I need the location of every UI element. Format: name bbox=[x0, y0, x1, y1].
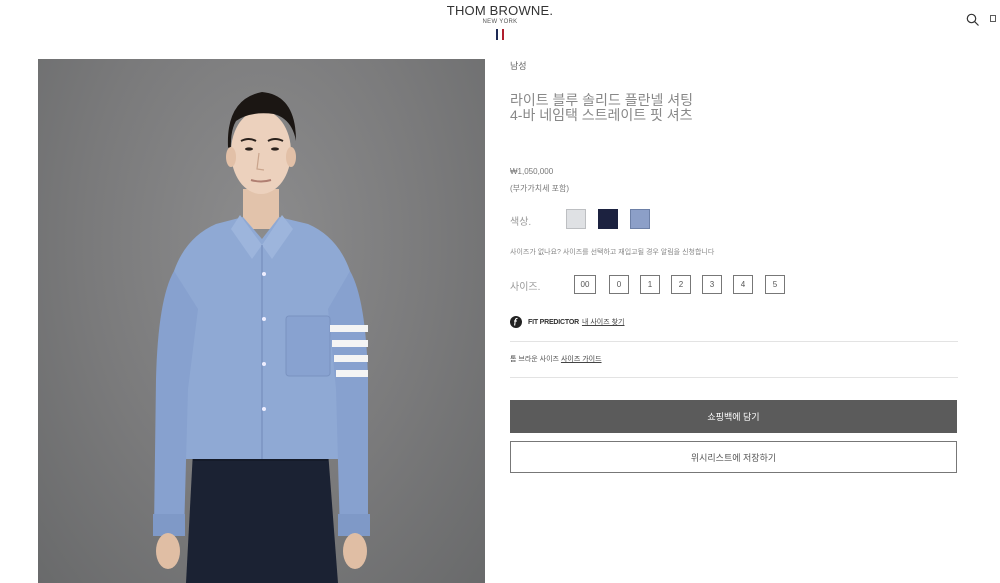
size-option-1[interactable]: 1 bbox=[640, 275, 660, 294]
site-header: THOM BROWNE. NEW YORK bbox=[0, 0, 1000, 46]
divider bbox=[510, 377, 958, 378]
size-option-0[interactable]: 0 bbox=[609, 275, 629, 294]
size-option-3[interactable]: 3 bbox=[702, 275, 722, 294]
flag-stripes-icon bbox=[495, 29, 505, 40]
fit-predictor-label: FIT PREDICTOR bbox=[528, 318, 579, 326]
fit-predictor-icon bbox=[510, 316, 522, 328]
product-price: ₩1,050,000 bbox=[510, 167, 554, 176]
fit-predictor: FIT PREDICTOR 내 사이즈 찾기 bbox=[510, 316, 624, 328]
search-icon[interactable] bbox=[966, 13, 980, 27]
add-to-wishlist-button[interactable]: 위시리스트에 저장하기 bbox=[510, 441, 957, 473]
size-guide-prefix: 톰 브라운 사이즈 bbox=[510, 356, 559, 363]
size-option-4[interactable]: 4 bbox=[733, 275, 753, 294]
color-swatch-light-grey[interactable] bbox=[566, 209, 586, 229]
size-guide-row: 톰 브라운 사이즈 사이즈 가이드 bbox=[510, 354, 602, 364]
brand-logo[interactable]: THOM BROWNE. NEW YORK bbox=[420, 4, 580, 40]
add-to-bag-button[interactable]: 쇼핑백에 담기 bbox=[510, 400, 957, 433]
brand-name: THOM BROWNE. bbox=[446, 3, 554, 18]
color-swatch-light-blue[interactable] bbox=[630, 209, 650, 229]
color-swatch-navy[interactable] bbox=[598, 209, 618, 229]
size-label: 사이즈. bbox=[510, 282, 541, 293]
size-notice: 사이즈가 없나요? 사이즈를 선택하고 재입고될 경우 알림을 신청합니다 bbox=[510, 249, 715, 256]
vat-note: (부가가치세 포함) bbox=[510, 184, 570, 193]
shopping-bag-icon[interactable] bbox=[990, 14, 998, 22]
size-option-00[interactable]: 00 bbox=[574, 275, 596, 294]
size-option-2[interactable]: 2 bbox=[671, 275, 691, 294]
model-illustration bbox=[153, 92, 370, 583]
color-label: 색상. bbox=[510, 217, 532, 228]
find-my-size-link[interactable]: 내 사이즈 찾기 bbox=[582, 317, 625, 327]
product-image[interactable] bbox=[38, 59, 485, 583]
brand-subtitle: NEW YORK bbox=[482, 19, 518, 25]
product-title: 라이트 블루 솔리드 플란넬 셔팅 4-바 네임택 스트레이트 핏 셔츠 bbox=[510, 92, 693, 123]
size-guide-link[interactable]: 사이즈 가이드 bbox=[561, 356, 602, 363]
product-category[interactable]: 남성 bbox=[510, 59, 527, 72]
divider bbox=[510, 341, 958, 342]
size-option-5[interactable]: 5 bbox=[765, 275, 785, 294]
